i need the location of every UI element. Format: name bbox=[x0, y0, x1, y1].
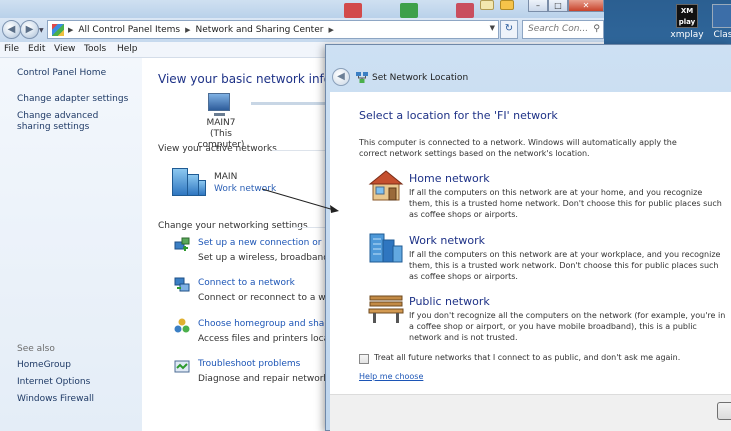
green-app-icon bbox=[400, 3, 418, 18]
desktop-shortcut-label: Clas bbox=[713, 30, 731, 40]
back-button[interactable]: ◀ bbox=[332, 68, 350, 86]
new-connection-icon bbox=[174, 237, 190, 251]
favorite-icon[interactable] bbox=[500, 0, 514, 10]
search-icon[interactable]: ⚲ bbox=[593, 21, 600, 38]
search-input[interactable]: Search Con... ⚲ bbox=[522, 20, 604, 39]
homegroup-link[interactable]: HomeGroup bbox=[17, 360, 71, 371]
internet-options-link[interactable]: Internet Options bbox=[17, 377, 90, 388]
navigation-bar: ◀ ▶ ▼ ▶ All Control Panel Items ▶ Networ… bbox=[0, 18, 604, 42]
application-icon bbox=[712, 4, 731, 28]
house-icon bbox=[368, 170, 404, 201]
menu-edit[interactable]: Edit bbox=[28, 44, 45, 54]
windows-firewall-link[interactable]: Windows Firewall bbox=[17, 394, 94, 405]
choose-homegroup-link[interactable]: Choose homegroup and sharing bbox=[198, 319, 342, 329]
section-divider bbox=[292, 227, 328, 228]
dialog-title: Set Network Location bbox=[372, 73, 469, 83]
see-also-heading: See also bbox=[17, 344, 55, 354]
search-placeholder: Search Con... bbox=[528, 24, 589, 34]
troubleshoot-icon bbox=[174, 360, 190, 373]
active-network-name: MAIN bbox=[214, 172, 238, 182]
task-pane: Control Panel Home Change adapter settin… bbox=[0, 58, 142, 431]
control-panel-icon bbox=[52, 23, 64, 36]
cancel-button[interactable] bbox=[717, 402, 731, 420]
breadcrumb-separator-icon[interactable]: ▶ bbox=[328, 26, 333, 34]
dialog-footer bbox=[330, 394, 731, 431]
desktop-shortcut-xmplay[interactable]: XM play xmplay bbox=[667, 4, 707, 40]
menu-view[interactable]: View bbox=[54, 44, 75, 54]
menu-help[interactable]: Help bbox=[117, 44, 138, 54]
dialog-heading: Select a location for the 'FI' network bbox=[359, 109, 558, 122]
refresh-button[interactable]: ↻ bbox=[500, 20, 518, 39]
treat-as-public-checkbox[interactable] bbox=[359, 354, 369, 364]
address-bar[interactable]: ▶ All Control Panel Items ▶ Network and … bbox=[47, 20, 499, 39]
change-adapter-settings-link[interactable]: Change adapter settings bbox=[17, 94, 128, 105]
dialog-header: ◀ Set Network Location bbox=[326, 45, 731, 88]
work-network-icon bbox=[172, 166, 206, 196]
breadcrumb-network-and-sharing-center[interactable]: Network and Sharing Center bbox=[196, 25, 324, 35]
menu-file[interactable]: File bbox=[4, 44, 19, 54]
choose-homegroup-description: Access files and printers locat bbox=[198, 334, 333, 344]
breadcrumb-separator-icon[interactable]: ▶ bbox=[185, 26, 190, 34]
troubleshoot-description: Diagnose and repair network pro bbox=[198, 374, 347, 384]
desktop-shortcut-clas[interactable]: Clas bbox=[708, 4, 731, 40]
park-bench-icon bbox=[368, 295, 404, 323]
folder-icon[interactable] bbox=[480, 0, 494, 10]
computer-icon bbox=[208, 93, 230, 116]
troubleshoot-link[interactable]: Troubleshoot problems bbox=[198, 359, 300, 369]
network-icon bbox=[356, 72, 368, 83]
home-network-description: If all the computers on this network are… bbox=[409, 188, 722, 219]
xmplay-icon: XM play bbox=[676, 4, 698, 28]
control-panel-home-link[interactable]: Control Panel Home bbox=[17, 68, 106, 79]
network-location-link[interactable]: Work network bbox=[214, 184, 276, 194]
menu-tools[interactable]: Tools bbox=[84, 44, 106, 54]
breadcrumb-separator-icon[interactable]: ▶ bbox=[68, 26, 73, 34]
office-building-icon bbox=[369, 233, 403, 263]
network-map-line bbox=[251, 102, 326, 105]
section-divider bbox=[272, 150, 328, 151]
connect-to-network-description: Connect or reconnect to a wirele bbox=[198, 293, 346, 303]
home-network-title: Home network bbox=[409, 172, 490, 185]
red-app-icon bbox=[344, 3, 362, 18]
desktop-shortcut-label: xmplay bbox=[670, 30, 704, 40]
work-network-title: Work network bbox=[409, 234, 486, 247]
connect-to-network-link[interactable]: Connect to a network bbox=[198, 278, 295, 288]
set-network-location-dialog: ◀ Set Network Location Select a location… bbox=[325, 44, 731, 431]
active-networks-heading: View your active networks bbox=[158, 144, 277, 154]
computer-name: MAIN7 bbox=[206, 118, 236, 128]
breadcrumb-all-control-panel-items[interactable]: All Control Panel Items bbox=[78, 25, 180, 35]
red-app-icon bbox=[456, 3, 474, 18]
public-network-title: Public network bbox=[409, 295, 490, 308]
change-settings-heading: Change your networking settings bbox=[158, 221, 308, 231]
work-network-description: If all the computers on this network are… bbox=[409, 250, 721, 281]
dialog-intro-text: This computer is connected to a network.… bbox=[359, 138, 677, 158]
treat-as-public-label[interactable]: Treat all future networks that I connect… bbox=[374, 353, 680, 362]
back-button[interactable]: ◀ bbox=[2, 20, 21, 39]
dialog-body: Select a location for the 'FI' network T… bbox=[330, 92, 731, 394]
address-dropdown-chevron-icon[interactable]: ▼ bbox=[490, 24, 495, 32]
maximize-button[interactable]: □ bbox=[548, 0, 568, 12]
help-me-choose-link[interactable]: Help me choose bbox=[359, 372, 423, 381]
close-button[interactable]: ✕ bbox=[568, 0, 604, 12]
minimize-button[interactable]: – bbox=[528, 0, 548, 12]
homegroup-icon bbox=[174, 318, 190, 333]
public-network-description: If you don't recognize all the computers… bbox=[409, 311, 726, 342]
connect-network-icon bbox=[174, 277, 190, 292]
change-advanced-sharing-link[interactable]: Change advanced sharing settings bbox=[17, 111, 127, 133]
window-titlebar: – □ ✕ bbox=[0, 0, 604, 18]
recent-pages-chevron-icon[interactable]: ▼ bbox=[39, 27, 44, 34]
forward-button[interactable]: ▶ bbox=[20, 20, 39, 39]
